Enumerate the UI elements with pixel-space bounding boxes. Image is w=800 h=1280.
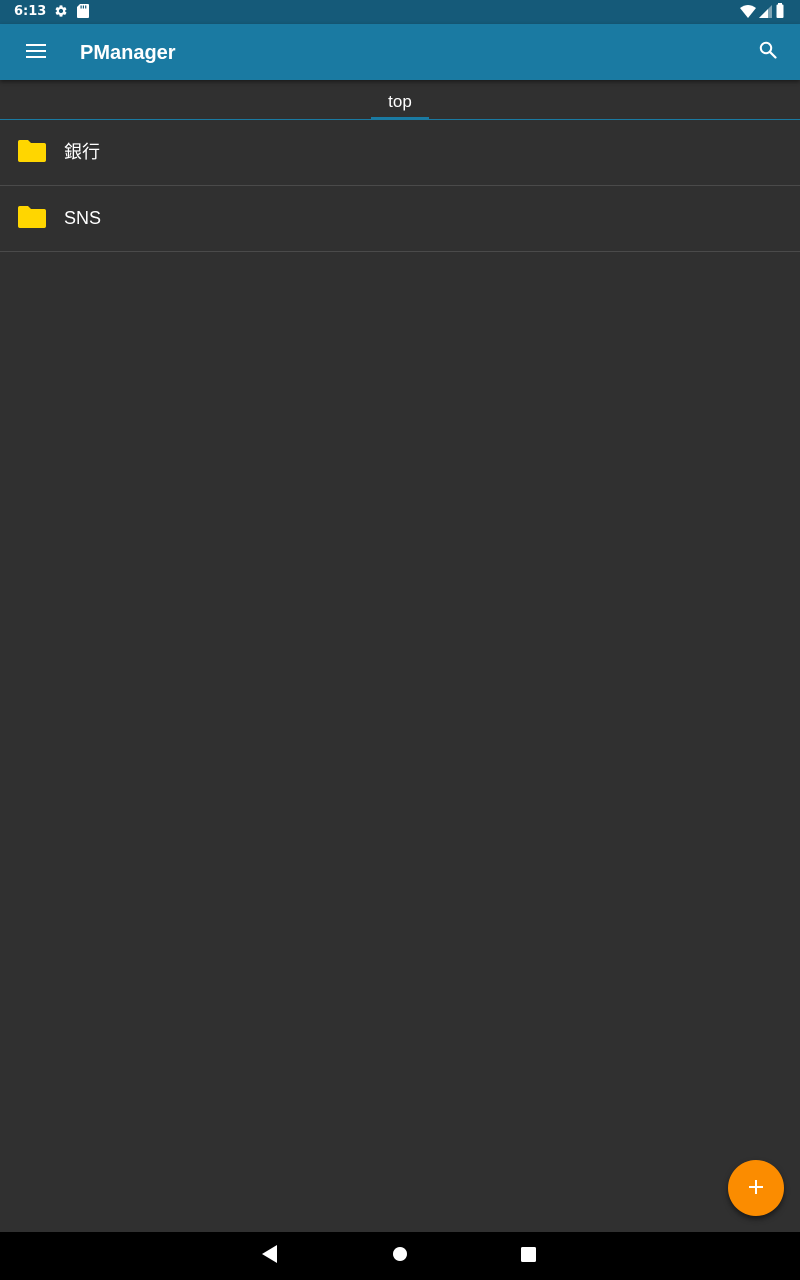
sd-card-icon <box>77 3 89 22</box>
app-bar: PManager <box>0 24 800 80</box>
menu-button[interactable] <box>12 32 60 72</box>
search-button[interactable] <box>748 32 788 72</box>
gear-icon <box>54 3 68 22</box>
back-icon <box>262 1245 278 1267</box>
folder-item-label: 銀行 <box>64 142 100 162</box>
status-right-icons <box>740 2 785 22</box>
nav-bar <box>0 1232 800 1280</box>
status-bar: 6:13 <box>0 0 800 24</box>
status-time: 6:13 <box>14 4 47 19</box>
breadcrumb-label: top <box>388 92 412 111</box>
screen: 6:13 PManager top 銀行 SNS <box>0 0 800 1280</box>
search-icon <box>759 41 777 63</box>
app-title: PManager <box>80 42 176 64</box>
breadcrumb: top <box>0 80 800 120</box>
folder-icon <box>18 140 46 162</box>
folder-item-label: SNS <box>64 208 102 228</box>
home-icon <box>392 1246 408 1266</box>
battery-icon <box>775 2 785 22</box>
folder-item-sns[interactable]: SNS <box>0 186 800 252</box>
folder-item-bank[interactable]: 銀行 <box>0 120 800 186</box>
folder-icon <box>18 206 46 228</box>
plus-icon <box>749 1179 763 1198</box>
recents-button[interactable] <box>512 1240 544 1272</box>
recents-icon <box>520 1246 536 1266</box>
menu-icon <box>26 43 46 62</box>
add-button[interactable] <box>728 1160 784 1216</box>
back-button[interactable] <box>254 1240 286 1272</box>
breadcrumb-selected-indicator <box>371 117 429 119</box>
wifi-icon <box>740 3 756 22</box>
signal-icon <box>759 3 772 22</box>
breadcrumb-tab-top[interactable]: top <box>371 80 429 119</box>
folder-list: 銀行 SNS <box>0 120 800 252</box>
home-button[interactable] <box>384 1240 416 1272</box>
status-left-icons <box>54 3 89 22</box>
